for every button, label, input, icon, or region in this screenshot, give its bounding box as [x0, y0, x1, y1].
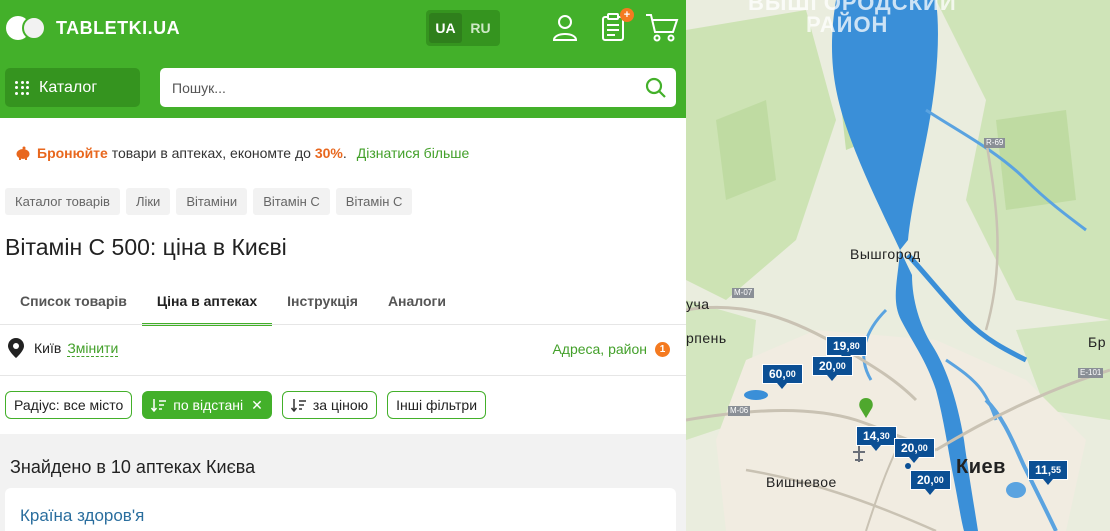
address-link-label: Адреса, район	[552, 341, 647, 357]
price-marker[interactable]: 60, 00	[762, 364, 803, 389]
pharmacy-name[interactable]: Країна здоров'я	[20, 506, 144, 526]
price-marker[interactable]: 20, 00	[812, 356, 853, 381]
map-place-irpen: рпень	[686, 330, 727, 346]
map-place-kiev: Киев	[956, 456, 1006, 478]
catalog-label: Каталог	[39, 78, 98, 96]
map-place-vyshgorod: Вышгород	[850, 246, 921, 262]
price-main: 20	[819, 359, 833, 373]
lang-ua[interactable]: UA	[429, 13, 462, 43]
road-label: R-69	[984, 138, 1006, 148]
price-marker[interactable]: 19, 80	[826, 336, 867, 361]
address-filter-link[interactable]: Адреса, район 1	[552, 341, 670, 357]
price-cents: 00	[785, 369, 796, 379]
breadcrumb-item[interactable]: Каталог товарів	[5, 188, 120, 215]
tabs-divider	[0, 324, 686, 325]
orders-icon[interactable]: +	[598, 8, 634, 42]
close-icon[interactable]: ✕	[251, 397, 263, 414]
promo-body: товари в аптеках, економте до	[107, 145, 315, 161]
other-filters-button[interactable]: Інші фільтри	[387, 391, 487, 419]
price-marker[interactable]: 20, 00	[910, 470, 951, 495]
booking-promo: Бронюйте товари в аптеках, економте до 3…	[15, 145, 469, 161]
price-cents: 30	[879, 431, 890, 441]
breadcrumb-item[interactable]: Вітамін С	[335, 188, 413, 215]
road-label: M-06	[728, 406, 751, 416]
breadcrumb-item[interactable]: Вітамін С	[253, 188, 330, 215]
price-cents: 00	[917, 443, 928, 453]
sort-by-price-chip[interactable]: за ціною	[281, 391, 378, 419]
search-bar	[160, 68, 676, 107]
tab-product-list[interactable]: Список товарів	[5, 286, 142, 326]
location-divider	[0, 375, 686, 376]
price-cents: 80	[849, 341, 860, 351]
breadcrumb: Каталог товарів Ліки Вітаміни Вітамін С …	[5, 188, 413, 215]
map-place-br: Бр	[1088, 334, 1106, 350]
site-header: TABLETKI.UA UA RU + Каталог Пошук...	[0, 0, 686, 118]
price-marker[interactable]: 20, 00	[894, 438, 935, 463]
radius-filter[interactable]: Радіус: все місто	[5, 391, 133, 419]
promo-text: Бронюйте товари в аптеках, економте до 3…	[37, 145, 347, 161]
catalog-button[interactable]: Каталог	[5, 68, 140, 107]
tab-analogs[interactable]: Аналоги	[373, 286, 461, 326]
cart-icon[interactable]	[645, 12, 679, 42]
location-pin-icon	[8, 338, 24, 358]
content-panel: TABLETKI.UA UA RU + Каталог Пошук... Бро…	[0, 0, 686, 531]
site-logo[interactable]: TABLETKI.UA	[6, 14, 180, 42]
map-region-label: РАЙОН	[806, 12, 889, 37]
logo-text: TABLETKI.UA	[56, 17, 181, 38]
pharmacy-card[interactable]: Країна здоров'я	[5, 488, 676, 531]
promo-learn-more-link[interactable]: Дізнатися більше	[357, 145, 470, 161]
map-place-bucha: уча	[686, 296, 710, 312]
orders-badge: +	[620, 8, 634, 22]
promo-percent: 30%	[314, 145, 343, 161]
piggy-bank-icon	[16, 146, 30, 160]
search-icon[interactable]	[636, 68, 676, 107]
location-bar: Київ Змінити	[8, 338, 119, 358]
radius-filter-label: Радіус: все місто	[14, 397, 124, 413]
lang-ru[interactable]: RU	[464, 13, 497, 43]
price-main: 19	[833, 339, 847, 353]
price-cents: 00	[933, 475, 944, 485]
price-main: 14	[863, 429, 877, 443]
sort-by-distance-label: по відстані	[173, 397, 244, 413]
tab-instruction[interactable]: Інструкція	[272, 286, 373, 326]
price-cents: 55	[1051, 465, 1062, 475]
promo-strong: Бронюйте	[37, 145, 108, 161]
grid-dots-icon	[15, 80, 29, 95]
language-switcher: UA RU	[426, 10, 500, 46]
breadcrumb-item[interactable]: Ліки	[125, 188, 171, 215]
breadcrumb-item[interactable]: Вітаміни	[176, 188, 248, 215]
pharmacy-map[interactable]: ВЫШГОРОДСКИЙ РАЙОН Вышгород Киев Вишнево…	[686, 0, 1110, 531]
tab-pharmacy-prices[interactable]: Ціна в аптеках	[141, 286, 273, 326]
price-main: 20	[917, 473, 931, 487]
promo-dot: .	[342, 145, 347, 161]
product-tabs: Список товарів Ціна в аптеках Інструкція…	[5, 286, 461, 326]
address-badge: 1	[655, 341, 670, 357]
change-city-link[interactable]: Змінити	[67, 340, 119, 357]
price-marker[interactable]: 11, 55	[1028, 460, 1069, 485]
sort-icon	[290, 399, 306, 412]
sort-by-price-label: за ціною	[312, 397, 369, 413]
road-label: E-101	[1078, 368, 1104, 378]
other-filters-label: Інші фільтри	[396, 397, 478, 413]
current-city: Київ	[34, 340, 62, 356]
search-input[interactable]	[160, 68, 636, 107]
sort-icon	[151, 399, 167, 412]
user-icon[interactable]	[550, 12, 580, 42]
price-main: 11	[1035, 463, 1048, 477]
price-cents: 00	[835, 361, 846, 371]
results-count: Знайдено в 10 аптеках Києва	[10, 457, 256, 477]
price-main: 60	[769, 367, 783, 381]
price-marker[interactable]: 14, 30	[856, 426, 897, 451]
sort-by-distance-chip[interactable]: по відстані ✕	[142, 391, 272, 419]
logo-pill-icon	[6, 14, 46, 42]
map-place-vishnevoe: Вишневое	[766, 474, 837, 490]
road-label: M-07	[732, 288, 755, 298]
price-main: 20	[901, 441, 915, 455]
filter-bar: Радіус: все місто по відстані ✕ за ціною…	[5, 391, 487, 419]
page-title: Вітамін С 500: ціна в Києві	[5, 234, 287, 260]
